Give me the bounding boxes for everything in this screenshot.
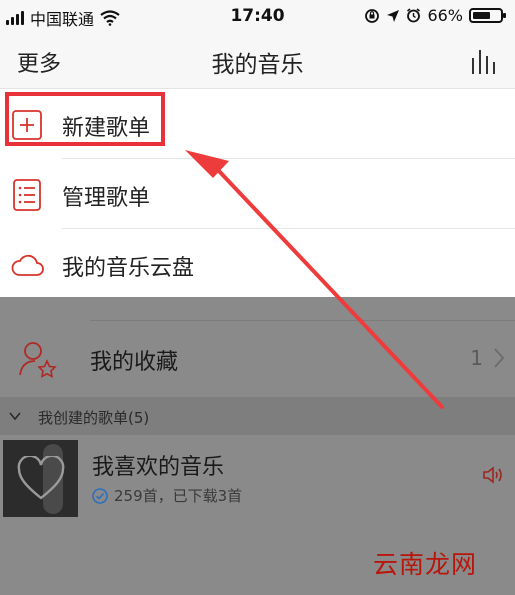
playlist-cover (3, 440, 78, 517)
created-playlists-header[interactable]: 我创建的歌单(5) (0, 397, 515, 435)
chevron-down-icon (9, 412, 21, 421)
battery-icon (469, 8, 506, 23)
favorites-count: 1 (470, 346, 483, 370)
plus-square-icon (12, 110, 42, 140)
menu-item-cloud-drive[interactable]: 我的音乐云盘 (0, 229, 515, 299)
rotation-lock-icon (365, 8, 380, 23)
downloaded-check-icon (92, 487, 108, 504)
location-icon (387, 9, 400, 22)
more-menu: 新建歌单 管理歌单 我的音乐云盘 (0, 89, 515, 297)
status-bar: 中国联通 17:40 66% (0, 0, 515, 32)
menu-item-label: 我的音乐云盘 (62, 256, 195, 281)
menu-item-label: 新建歌单 (62, 116, 151, 141)
list-icon (13, 179, 41, 211)
watermark: 云南龙网 (372, 550, 477, 579)
section-label: 我创建的歌单(5) (38, 409, 150, 427)
favorites-row[interactable]: 我的收藏 1 (0, 321, 515, 395)
playlist-row-liked[interactable]: 我喜欢的音乐 259首，已下载3首 (0, 435, 515, 525)
speaker-icon (483, 466, 502, 484)
playlist-name: 我喜欢的音乐 (92, 455, 225, 480)
menu-item-new-playlist[interactable]: 新建歌单 (0, 89, 515, 159)
playlist-subtitle: 259首，已下载3首 (92, 485, 242, 506)
playlist-stats: 259首，已下载3首 (114, 487, 243, 505)
menu-item-manage-playlists[interactable]: 管理歌单 (0, 159, 515, 229)
menu-item-label: 管理歌单 (62, 186, 151, 211)
status-icons: 66% (364, 6, 506, 25)
heart-icon (17, 456, 65, 500)
now-playing-icon[interactable] (471, 48, 499, 74)
battery-percent: 66% (427, 6, 463, 25)
alarm-icon (407, 8, 421, 23)
cloud-icon (11, 254, 44, 276)
chevron-right-icon (494, 348, 505, 368)
nav-bar: 更多 我的音乐 (0, 32, 515, 89)
user-star-icon (19, 342, 57, 378)
favorites-label: 我的收藏 (90, 350, 179, 375)
page-title: 我的音乐 (211, 52, 304, 78)
